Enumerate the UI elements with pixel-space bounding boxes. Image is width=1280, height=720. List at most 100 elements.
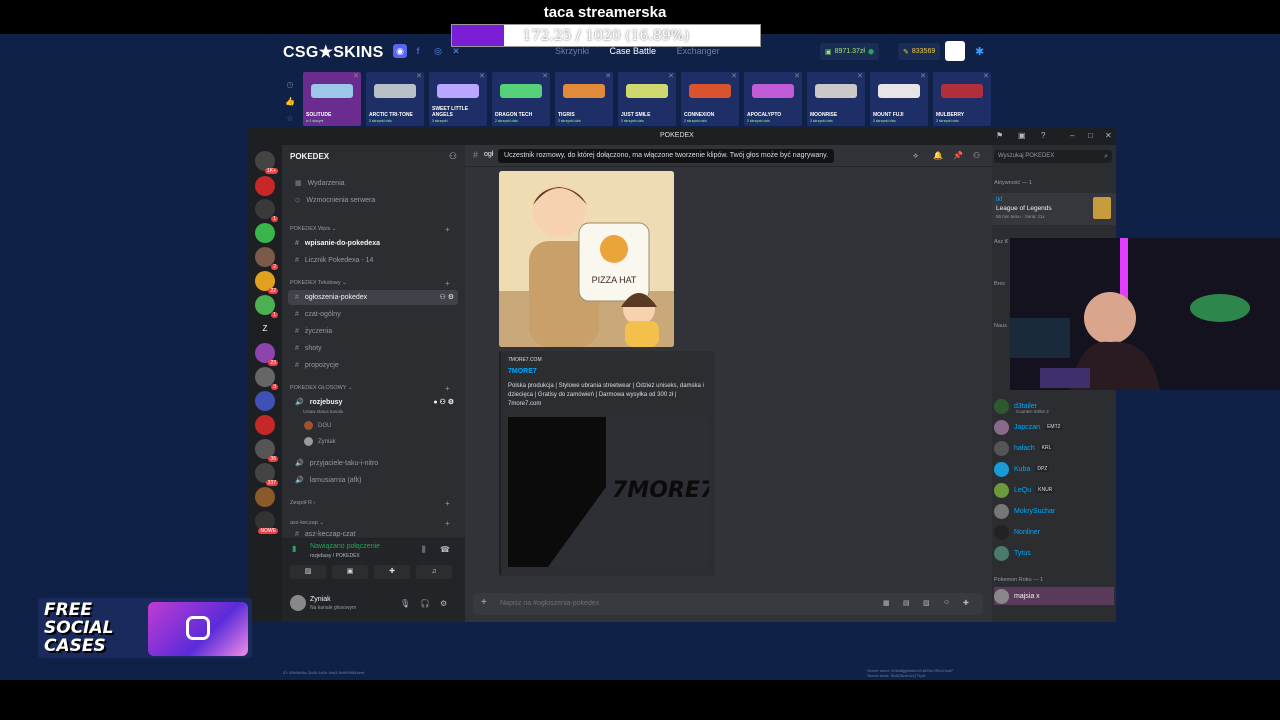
embed-image[interactable]: 7MORE7 (508, 417, 716, 567)
activity-card[interactable]: tkf League of Legends 55 min temu · Seri… (992, 193, 1116, 225)
voice-channel[interactable]: 🔊 lamusiarnia (afk) (288, 473, 458, 488)
category-pokedex-glosowy[interactable]: POKEDEX GŁOSOWY ⌄ + (290, 384, 450, 393)
search-input[interactable]: Wyszukaj POKEDEX ⌕ (994, 150, 1112, 163)
case-item[interactable]: DRAGON TECH 2 skrzynki dzis ✕ (492, 72, 550, 126)
gift-icon[interactable]: ▦ (883, 599, 890, 607)
channel-czat-ogolny[interactable]: # czat-ogólny (288, 307, 458, 322)
server-icon[interactable]: 23 (255, 343, 278, 366)
nav-case-battle[interactable]: Case Battle (610, 46, 657, 56)
headphones-icon[interactable]: 🎧 (420, 599, 430, 608)
server-icon[interactable]: 1 (255, 295, 278, 318)
site-logo[interactable]: CSG★SKINS (283, 42, 384, 62)
case-item[interactable]: TIGRIS 2 skrzynki dzis ✕ (555, 72, 613, 126)
case-item[interactable]: JUST SMILE 2 skrzynki dzis ✕ (618, 72, 676, 126)
boosts-item[interactable]: ◇ Wzmocnienia serwera (288, 193, 458, 208)
member-item[interactable]: Tytus (994, 544, 1114, 562)
add-channel-icon[interactable]: + (445, 519, 450, 528)
close-icon[interactable]: ✕ (920, 72, 926, 80)
server-icon[interactable] (255, 223, 275, 243)
member-item[interactable]: Nonliner (994, 523, 1114, 541)
disconnect-icon[interactable]: ☎ (440, 545, 450, 554)
close-icon[interactable]: ✕ (542, 72, 548, 80)
channel-shoty[interactable]: # shoty (288, 341, 458, 356)
close-icon[interactable]: ✕ (668, 72, 674, 80)
noise-suppression-icon[interactable]: ⫼ (422, 545, 426, 555)
case-item[interactable]: ARCTIC TRI-TONE 2 skrzynki dzis ✕ (366, 72, 424, 126)
inbox-icon[interactable]: ⚑ (996, 131, 1003, 140)
case-item[interactable]: MOONRISE 2 skrzynki dzis ✕ (807, 72, 865, 126)
member-item[interactable]: hałach KRL (994, 439, 1114, 457)
case-item[interactable]: APOCALYPTO 2 skrzynki dzis ✕ (744, 72, 802, 126)
case-item[interactable]: CONNEXION 2 skrzynki dzis ✕ (681, 72, 739, 126)
close-icon[interactable]: ✕ (1105, 131, 1112, 140)
nav-exchanger[interactable]: Exchanger (677, 46, 720, 56)
server-icon[interactable]: 2 (255, 247, 278, 270)
member-item[interactable]: d3tailer Counter-Strike 2 (994, 397, 1114, 415)
apps-icon[interactable]: ✚ (963, 599, 969, 607)
attach-plus-icon[interactable]: + (481, 597, 487, 608)
thumbs-up-icon[interactable]: 👍 (283, 93, 297, 110)
category-asz-keczap[interactable]: asz-keczap ⌄ + (290, 519, 450, 528)
star-icon[interactable]: ☆ (283, 110, 297, 127)
server-icon[interactable] (255, 391, 275, 411)
server-icon[interactable] (255, 487, 275, 507)
server-icon[interactable]: NOWE (255, 511, 278, 534)
sticker-icon[interactable]: ▧ (923, 599, 930, 607)
close-icon[interactable]: ✕ (416, 72, 422, 80)
close-icon[interactable]: ✕ (857, 72, 863, 80)
attached-image[interactable]: PIZZA HAT (499, 171, 674, 347)
camera-button[interactable]: ▨ (290, 565, 326, 579)
server-icon[interactable]: 22 (255, 271, 278, 294)
avatar[interactable] (290, 595, 306, 611)
screen-icon[interactable]: ▣ (1018, 131, 1026, 140)
nav-cases[interactable]: Skrzynki (555, 46, 589, 56)
case-item[interactable]: MOUNT FUJI 2 skrzynki dzis ✕ (870, 72, 928, 126)
category-pokedex-tekstowy[interactable]: POKEDEX Tekstowy ⌄ + (290, 279, 450, 288)
channel-settings-icon[interactable]: ⚇ ⚙ (440, 290, 455, 305)
member-item[interactable]: Kuba DPZ (994, 460, 1114, 478)
microphone-icon[interactable]: 🎙 (400, 599, 410, 608)
close-icon[interactable]: ✕ (479, 72, 485, 80)
notification-bell-icon[interactable]: 🔔 (933, 151, 943, 160)
close-icon[interactable]: ✕ (353, 72, 359, 80)
discord-icon[interactable]: ◉ (393, 44, 407, 58)
add-channel-icon[interactable]: + (445, 384, 450, 393)
gif-icon[interactable]: ▤ (903, 599, 910, 607)
add-channel-icon[interactable]: + (445, 279, 450, 288)
add-funds-icon[interactable]: ⬢ (868, 48, 874, 56)
embed-title-link[interactable]: 7MORE7 (508, 368, 537, 375)
settings-gear-icon[interactable]: ✱ (975, 45, 984, 58)
close-icon[interactable]: ✕ (983, 72, 989, 80)
balance-badge[interactable]: ▣ 8971.37zł ⬢ (820, 43, 880, 60)
clock-icon[interactable]: ◷ (283, 76, 297, 93)
close-icon[interactable]: ✕ (794, 72, 800, 80)
server-icon[interactable]: 1 (255, 199, 278, 222)
server-icon[interactable]: 36 (255, 439, 278, 462)
channel-ogloszenia[interactable]: # ogłoszenia-pokedex ⚇ ⚙ (288, 290, 458, 305)
voice-status-hint[interactable]: Ustaw status kanału (303, 409, 343, 414)
pin-icon[interactable]: 📌 (953, 151, 963, 160)
channel-zyczenia[interactable]: # życzenia (288, 324, 458, 339)
instagram-icon[interactable]: ◎ (431, 44, 445, 58)
user-avatar[interactable] (945, 41, 965, 61)
member-item[interactable]: majsia x (994, 587, 1114, 605)
free-social-cases-banner[interactable]: FREE SOCIAL CASES (38, 598, 252, 658)
server-icon[interactable]: Z (255, 319, 275, 339)
maximize-icon[interactable]: □ (1088, 131, 1093, 140)
server-icon[interactable] (255, 415, 275, 435)
server-icon-pokedex[interactable] (255, 176, 275, 196)
facebook-icon[interactable]: f (411, 44, 425, 58)
add-channel-icon[interactable]: + (445, 225, 450, 234)
channel-wpisanie[interactable]: # wpisanie-do-pokedexa (288, 236, 458, 251)
add-channel-icon[interactable]: + (445, 499, 450, 508)
voice-user[interactable]: DGU (304, 421, 331, 430)
activities-button[interactable]: ✚ (374, 565, 410, 579)
screen-share-button[interactable]: ▣ (332, 565, 368, 579)
direct-messages-icon[interactable]: 1K+ (255, 151, 278, 174)
threads-icon[interactable]: ⟡ (913, 151, 918, 161)
server-icon[interactable]: 3 (255, 367, 278, 390)
help-icon[interactable]: ? (1041, 131, 1045, 140)
invite-icon[interactable]: ⚇ (449, 151, 457, 162)
channel-licznik[interactable]: # Licznik Pokedexa - 14 (288, 253, 458, 268)
category-pokedex-wpis[interactable]: POKEDEX Wpis ⌄ + (290, 225, 450, 234)
